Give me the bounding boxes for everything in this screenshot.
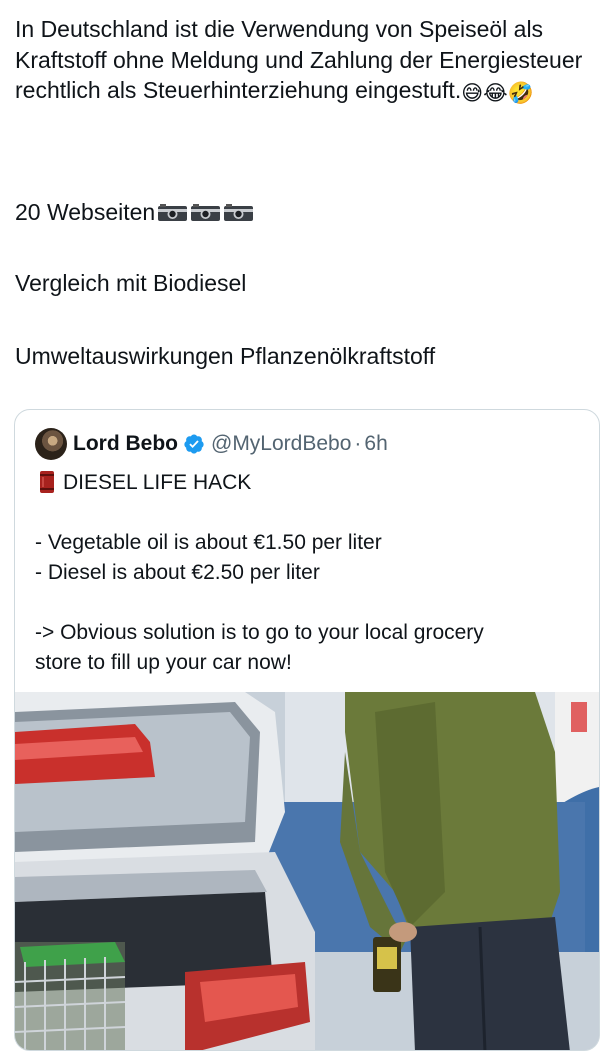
quoted-line-2: - Diesel is about €2.50 per liter — [35, 561, 320, 584]
tweet-text-paragraph-1: In Deutschland ist die Verwendung von Sp… — [15, 14, 605, 109]
video-thumbnail-image — [15, 692, 599, 1050]
quoted-tweet-body: DIESEL LIFE HACK - Vegetable oil is abou… — [35, 468, 595, 678]
rofl-emoji-icon: 🤣 — [507, 81, 534, 105]
quoted-line-4: store to fill up your car now! — [35, 651, 292, 674]
avatar[interactable] — [35, 428, 67, 460]
oil-barrel-icon — [40, 471, 54, 493]
quoted-author-handle[interactable]: @MyLordBebo — [211, 432, 351, 456]
camera-icon — [224, 204, 254, 221]
camera-icon — [191, 204, 221, 221]
quoted-tweet-time[interactable]: 6h — [364, 432, 387, 456]
verified-badge-icon — [184, 434, 204, 454]
quoted-tweet-header: Lord Bebo @MyLordBebo · 6h — [35, 428, 388, 460]
quoted-tweet-card[interactable]: Lord Bebo @MyLordBebo · 6h DIESEL LIFE H… — [14, 409, 600, 1051]
quoted-line-3: -> Obvious solution is to go to your loc… — [35, 621, 484, 644]
quoted-line-1: - Vegetable oil is about €1.50 per liter — [35, 531, 382, 554]
tweet-text-paragraph-3: Vergleich mit Biodiesel — [15, 270, 247, 296]
camera-icon — [158, 204, 188, 221]
sweat-smile-emoji-icon: 😅 — [461, 81, 484, 105]
quoted-title: DIESEL LIFE HACK — [63, 471, 252, 494]
quoted-author-name[interactable]: Lord Bebo — [73, 432, 178, 456]
quoted-tweet-media[interactable] — [15, 692, 599, 1050]
tweet-text: 20 Webseiten — [15, 199, 156, 225]
separator-dot: · — [354, 432, 362, 455]
quoted-title-line: DIESEL LIFE HACK — [35, 468, 595, 498]
tears-of-joy-emoji-icon: 😂 — [483, 81, 508, 105]
tweet-text-paragraph-2: 20 Webseiten — [15, 197, 254, 227]
tweet-text-paragraph-4: Umweltauswirkungen Pflanzenölkraftstoff — [15, 343, 436, 369]
